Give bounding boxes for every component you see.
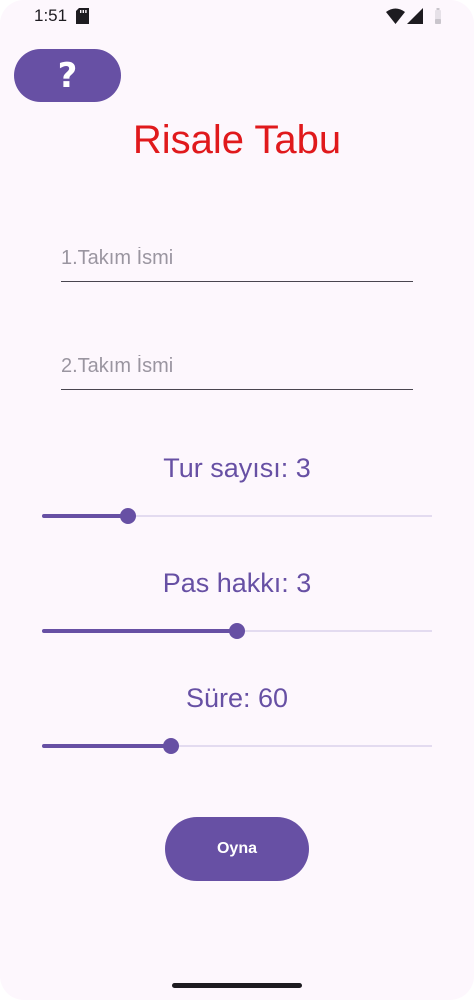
time-slider[interactable]	[42, 736, 432, 756]
time-slider-thumb[interactable]	[162, 738, 179, 754]
rounds-slider-thumb[interactable]	[119, 508, 136, 524]
status-bar: 1:51	[0, 0, 474, 34]
rounds-slider-fill	[42, 514, 128, 518]
time-slider-fill	[42, 744, 171, 748]
battery-icon	[435, 8, 441, 24]
sd-card-icon	[76, 8, 89, 24]
home-indicator[interactable]	[172, 983, 302, 988]
team2-name-input[interactable]	[61, 343, 413, 389]
team2-name-field[interactable]	[61, 343, 413, 390]
help-button-label: ?	[57, 55, 78, 96]
pass-label: Pas hakkı: 3	[162, 568, 312, 598]
team1-name-input[interactable]	[61, 235, 413, 281]
rounds-slider[interactable]	[42, 506, 432, 526]
help-button[interactable]: ?	[14, 49, 121, 102]
team1-name-field[interactable]	[61, 235, 413, 282]
wifi-icon	[386, 8, 405, 24]
pass-slider-thumb[interactable]	[229, 623, 245, 639]
rounds-label: Tur sayısı: 3	[163, 453, 311, 483]
app-title: Risale Tabu	[132, 118, 342, 162]
play-button[interactable]: Oyna	[165, 817, 309, 881]
signal-icon	[407, 8, 423, 24]
pass-slider[interactable]	[42, 621, 432, 641]
status-time: 1:51	[34, 6, 68, 25]
play-button-label: Oyna	[216, 840, 257, 857]
pass-slider-fill	[42, 629, 237, 633]
app-screen: 1:51 ? Risale Tabu Tur sayısı: 3	[0, 0, 474, 1000]
time-label: Süre: 60	[185, 683, 289, 713]
